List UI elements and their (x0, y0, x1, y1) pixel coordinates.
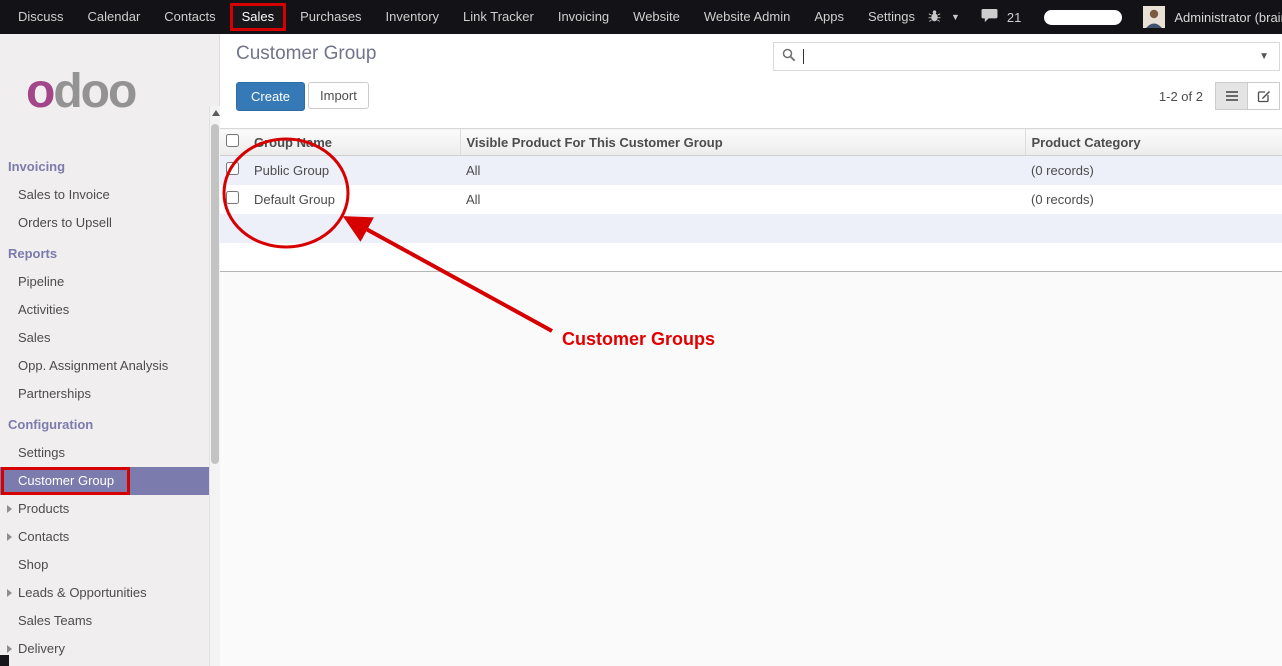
select-all-cell (220, 129, 248, 156)
cell-group-name: Public Group (248, 156, 460, 185)
menu-settings[interactable]: Settings (856, 0, 927, 34)
menu-invoicing[interactable]: Invoicing (546, 0, 621, 34)
sidebar-item-partnerships[interactable]: Partnerships (0, 380, 209, 408)
expand-arrow-icon (7, 645, 12, 653)
column-visible-product[interactable]: Visible Product For This Customer Group (460, 129, 1025, 156)
app-menu: Discuss Calendar Contacts Sales Purchase… (0, 0, 927, 34)
sidebar-item-sales-to-invoice[interactable]: Sales to Invoice (0, 181, 209, 209)
search-icon (782, 48, 796, 65)
form-view-button[interactable] (1247, 82, 1280, 110)
sidebar-item-activities[interactable]: Activities (0, 296, 209, 324)
cell-product-category: (0 records) (1025, 156, 1282, 185)
empty-row (220, 214, 1282, 243)
text-cursor (803, 49, 804, 64)
sidebar-item-settings[interactable]: Settings (0, 439, 209, 467)
avatar[interactable] (1143, 6, 1165, 28)
page-title: Customer Group (236, 43, 376, 65)
expand-arrow-icon (7, 589, 12, 597)
logo-text-rest: doo (53, 68, 135, 116)
row-checkbox[interactable] (226, 191, 239, 204)
cell-group-name: Default Group (248, 185, 460, 214)
table-row-default-group[interactable]: Default Group All (0 records) (220, 185, 1282, 214)
sidebar-item-label: Products (18, 501, 69, 516)
pager: 1-2 of 2 (1159, 89, 1203, 104)
debug-icon[interactable] (927, 9, 942, 26)
sidebar-item-shop[interactable]: Shop (0, 551, 209, 579)
sidebar-item-label: Leads & Opportunities (18, 585, 147, 600)
sidebar-item-delivery[interactable]: Delivery (0, 635, 209, 663)
row-select-cell (220, 185, 248, 214)
user-menu[interactable]: Administrator (braintree) (1174, 10, 1282, 25)
main-content: Customer Group ▼ Create Import 1-2 of 2 (220, 34, 1282, 666)
logo-text-first: o (26, 68, 53, 116)
search-input[interactable] (808, 43, 1257, 70)
menu-apps[interactable]: Apps (802, 0, 856, 34)
expand-arrow-icon (7, 533, 12, 541)
menu-discuss[interactable]: Discuss (6, 0, 76, 34)
scroll-corner (0, 655, 9, 666)
list-view: Group Name Visible Product For This Cust… (220, 128, 1282, 272)
menu-link-tracker[interactable]: Link Tracker (451, 0, 546, 34)
view-switcher (1216, 82, 1280, 110)
messages-count: 21 (1007, 10, 1021, 25)
sidebar-item-leads-opportunities[interactable]: Leads & Opportunities (0, 579, 209, 607)
sidebar-scrollbar[interactable] (209, 106, 220, 666)
sidebar: odoo Invoicing Sales to Invoice Orders t… (0, 34, 220, 666)
menu-contacts[interactable]: Contacts (152, 0, 227, 34)
odoo-window: Discuss Calendar Contacts Sales Purchase… (0, 0, 1282, 666)
sidebar-item-contacts[interactable]: Contacts (0, 523, 209, 551)
column-product-category[interactable]: Product Category (1025, 129, 1282, 156)
sidebar-section-configuration[interactable]: Configuration (0, 411, 209, 439)
create-button[interactable]: Create (236, 82, 305, 111)
sidebar-item-opp-assignment-analysis[interactable]: Opp. Assignment Analysis (0, 352, 209, 380)
sidebar-item-pipeline[interactable]: Pipeline (0, 268, 209, 296)
sidebar-section-reports[interactable]: Reports (0, 240, 209, 268)
sidebar-item-label: Customer Group (18, 473, 114, 488)
row-select-cell (220, 156, 248, 185)
sidebar-nav: Invoicing Sales to Invoice Orders to Ups… (0, 153, 209, 663)
table-row-public-group[interactable]: Public Group All (0 records) (220, 156, 1282, 185)
sidebar-item-orders-to-upsell[interactable]: Orders to Upsell (0, 209, 209, 237)
sidebar-item-label: Contacts (18, 529, 69, 544)
empty-row (220, 243, 1282, 272)
search-dropdown-icon[interactable]: ▼ (1257, 51, 1271, 62)
debug-dropdown-icon[interactable]: ▼ (951, 12, 960, 22)
sidebar-item-products[interactable]: Products (0, 495, 209, 523)
odoo-logo: odoo (0, 34, 219, 150)
import-button[interactable]: Import (308, 82, 369, 109)
cell-product-category: (0 records) (1025, 185, 1282, 214)
sidebar-item-sales[interactable]: Sales (0, 324, 209, 352)
sidebar-item-customer-group[interactable]: Customer Group (0, 467, 209, 495)
scrollbar-thumb[interactable] (211, 124, 219, 464)
column-group-name[interactable]: Group Name (248, 129, 460, 156)
recorder-pill[interactable] (1044, 10, 1122, 25)
control-panel: Customer Group ▼ Create Import 1-2 of 2 (220, 34, 1282, 128)
topbar-systray: ▼ 21 Administrator (braintree) (927, 6, 1282, 28)
sidebar-item-sales-teams[interactable]: Sales Teams (0, 607, 209, 635)
select-all-checkbox[interactable] (226, 134, 239, 147)
menu-inventory[interactable]: Inventory (374, 0, 451, 34)
table-header-row: Group Name Visible Product For This Cust… (220, 129, 1282, 156)
cell-visible-product: All (460, 185, 1025, 214)
form-view-icon (1257, 89, 1271, 103)
cell-visible-product: All (460, 156, 1025, 185)
expand-arrow-icon (7, 505, 12, 513)
menu-purchases[interactable]: Purchases (288, 0, 373, 34)
search-view: ▼ (773, 42, 1280, 71)
messages-icon[interactable] (981, 8, 998, 26)
scrollbar-up-icon[interactable] (212, 110, 220, 116)
sidebar-section-invoicing[interactable]: Invoicing (0, 153, 209, 181)
sidebar-item-label: Delivery (18, 641, 65, 656)
menu-calendar[interactable]: Calendar (76, 0, 153, 34)
top-menubar: Discuss Calendar Contacts Sales Purchase… (0, 0, 1282, 34)
menu-sales[interactable]: Sales (230, 3, 287, 31)
list-view-button[interactable] (1215, 82, 1248, 110)
menu-website[interactable]: Website (621, 0, 692, 34)
row-checkbox[interactable] (226, 162, 239, 175)
menu-website-admin[interactable]: Website Admin (692, 0, 802, 34)
list-view-icon (1225, 90, 1239, 102)
